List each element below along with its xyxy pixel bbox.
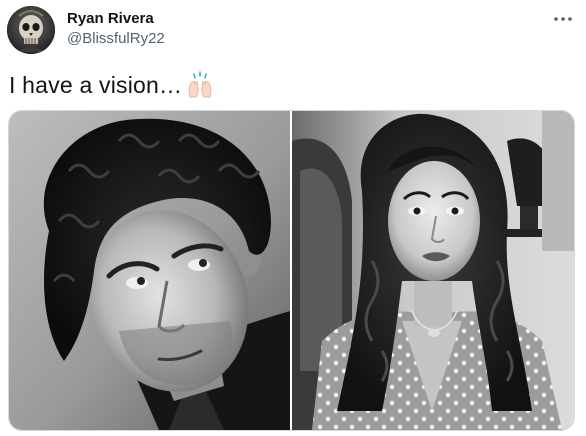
author-display-name[interactable]: Ryan Rivera [67, 10, 154, 28]
raising-hands-emoji-icon [185, 71, 215, 99]
photo-left[interactable] [9, 111, 290, 430]
avatar[interactable] [7, 6, 55, 54]
more-options-button[interactable] [548, 8, 578, 30]
tweet-media [8, 110, 575, 431]
photo-woman-long-hair [292, 111, 574, 430]
tweet-text-content: I have a vision… [9, 72, 183, 98]
tweet-text: I have a vision… [9, 70, 215, 100]
tweet[interactable]: Ryan Rivera @BlissfulRy22 I have a visio… [0, 0, 586, 436]
more-horizontal-icon [554, 17, 572, 21]
author-handle[interactable]: @BlissfulRy22 [67, 30, 165, 48]
photo-right[interactable] [292, 111, 574, 430]
skull-avatar-icon [7, 6, 55, 54]
photo-man-curly-hair [9, 111, 290, 430]
